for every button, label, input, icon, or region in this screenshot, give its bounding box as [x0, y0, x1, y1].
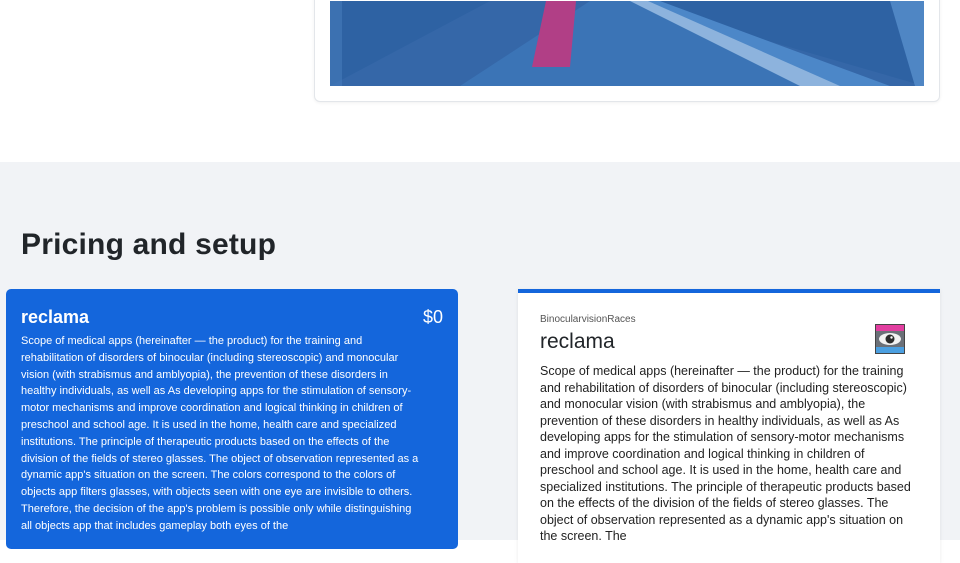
eye-icon — [875, 324, 905, 354]
media-section — [0, 0, 960, 162]
game-screenshot[interactable] — [330, 1, 924, 86]
plan-name: reclama — [21, 307, 90, 327]
media-card — [314, 0, 940, 102]
app-info-card: BinocularvisionRaces reclama Scope of me… — [518, 289, 940, 563]
app-description: Scope of medical apps (hereinafter — the… — [540, 364, 911, 543]
app-name: reclama — [540, 330, 615, 353]
pricing-plan-card[interactable]: reclama $0 Scope of medical apps (herein… — [6, 289, 458, 549]
app-company: BinocularvisionRaces — [540, 314, 636, 325]
plan-price: $0 — [422, 307, 443, 327]
pricing-section: Pricing and setup reclama $0 Scope of me… — [0, 162, 960, 563]
plan-description: Scope of medical apps (hereinafter — the… — [21, 335, 419, 532]
section-title: Pricing and setup — [21, 228, 277, 261]
game-scene-graphic — [330, 1, 924, 86]
